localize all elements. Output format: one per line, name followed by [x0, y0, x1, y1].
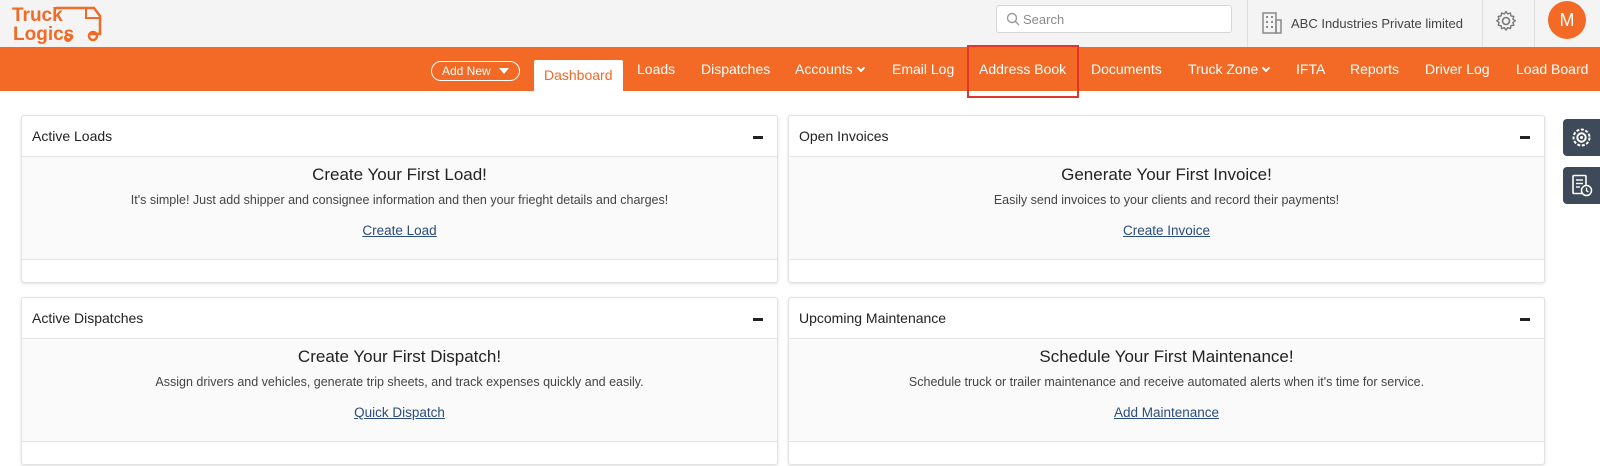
card-header: Active Loads: [22, 116, 777, 157]
card-footer: [789, 260, 1544, 282]
collapse-icon[interactable]: [753, 318, 763, 321]
report-clock-icon: [1572, 174, 1593, 197]
card-body: Schedule Your First Maintenance! Schedul…: [789, 339, 1544, 442]
card-title: Active Dispatches: [32, 310, 144, 326]
nav-dispatches[interactable]: Dispatches: [701, 47, 770, 91]
nav-driver-log[interactable]: Driver Log: [1425, 47, 1490, 91]
nav-email-log[interactable]: Email Log: [892, 47, 954, 91]
search-input[interactable]: [1023, 8, 1223, 30]
address-book-highlight: [967, 45, 1079, 98]
nav-documents[interactable]: Documents: [1091, 47, 1162, 91]
reports-history-button[interactable]: [1563, 167, 1600, 204]
card-title: Open Invoices: [799, 128, 889, 144]
card-heading: Create Your First Dispatch!: [297, 347, 502, 366]
upcoming-maintenance-card: Upcoming Maintenance Schedule Your First…: [788, 297, 1545, 465]
widget-settings-icon: [1572, 128, 1591, 147]
active-dispatches-card: Active Dispatches Create Your First Disp…: [21, 297, 778, 465]
card-description: It's simple! Just add shipper and consig…: [130, 193, 669, 207]
card-header: Open Invoices: [789, 116, 1544, 157]
company-name: ABC Industries Private limited: [1291, 15, 1463, 31]
create-load-link[interactable]: Create Load: [362, 223, 436, 238]
card-header: Active Dispatches: [22, 298, 777, 339]
chevron-down-icon: [856, 63, 865, 73]
widget-settings-button[interactable]: [1563, 119, 1600, 156]
nav-ifta[interactable]: IFTA: [1296, 47, 1325, 91]
gear-icon[interactable]: [1494, 9, 1518, 33]
card-title: Upcoming Maintenance: [799, 310, 947, 326]
search-box[interactable]: [996, 5, 1232, 33]
search-icon: [1006, 12, 1020, 26]
chevron-down-icon: [1262, 63, 1271, 73]
nav-loads[interactable]: Loads: [637, 47, 675, 91]
card-body: Create Your First Dispatch! Assign drive…: [22, 339, 777, 442]
card-heading: Schedule Your First Maintenance!: [1039, 347, 1294, 366]
card-footer: [22, 260, 777, 282]
quick-dispatch-link[interactable]: Quick Dispatch: [354, 405, 445, 420]
company-selector[interactable]: ABC Industries Private limited: [1262, 9, 1463, 37]
add-maintenance-link[interactable]: Add Maintenance: [1114, 405, 1219, 420]
card-footer: [22, 442, 777, 464]
nav-dashboard[interactable]: Dashboard: [534, 60, 623, 91]
nav-load-board[interactable]: Load Board: [1516, 47, 1588, 91]
card-description: Schedule truck or trailer maintenance an…: [908, 375, 1425, 389]
nav-accounts-label: Accounts: [795, 61, 853, 77]
card-body: Create Your First Load! It's simple! Jus…: [22, 157, 777, 260]
card-description: Easily send invoices to your clients and…: [993, 193, 1340, 207]
active-loads-card: Active Loads Create Your First Load! It'…: [21, 115, 778, 283]
collapse-icon[interactable]: [1520, 318, 1530, 321]
svg-text:Truck: Truck: [12, 5, 63, 26]
collapse-icon[interactable]: [753, 136, 763, 139]
caret-down-icon: [498, 68, 509, 74]
nav-truck-zone[interactable]: Truck Zone: [1188, 47, 1271, 91]
open-invoices-card: Open Invoices Generate Your First Invoic…: [788, 115, 1545, 283]
svg-text:Logics: Logics: [13, 24, 74, 44]
add-new-label: Add New: [442, 64, 491, 78]
card-title: Active Loads: [32, 128, 113, 144]
nav-reports[interactable]: Reports: [1350, 47, 1399, 91]
card-heading: Generate Your First Invoice!: [1061, 165, 1272, 184]
top-header: Truck Logics ABC Industries Private limi…: [0, 0, 1600, 47]
nav-accounts[interactable]: Accounts: [795, 47, 865, 91]
main-nav: Add New Dashboard Loads Dispatches Accou…: [0, 47, 1600, 91]
truck-logics-logo[interactable]: Truck Logics: [10, 2, 105, 45]
divider: [1247, 0, 1248, 47]
create-invoice-link[interactable]: Create Invoice: [1123, 223, 1210, 238]
card-description: Assign drivers and vehicles, generate tr…: [155, 375, 644, 389]
divider: [1482, 0, 1483, 47]
avatar[interactable]: M: [1548, 1, 1586, 39]
divider: [1534, 0, 1535, 47]
card-body: Generate Your First Invoice! Easily send…: [789, 157, 1544, 260]
nav-truck-zone-label: Truck Zone: [1188, 61, 1259, 77]
card-header: Upcoming Maintenance: [789, 298, 1544, 339]
add-new-button[interactable]: Add New: [431, 61, 520, 81]
collapse-icon[interactable]: [1520, 136, 1530, 139]
card-heading: Create Your First Load!: [312, 165, 487, 184]
card-footer: [789, 442, 1544, 464]
building-icon: [1262, 12, 1282, 34]
